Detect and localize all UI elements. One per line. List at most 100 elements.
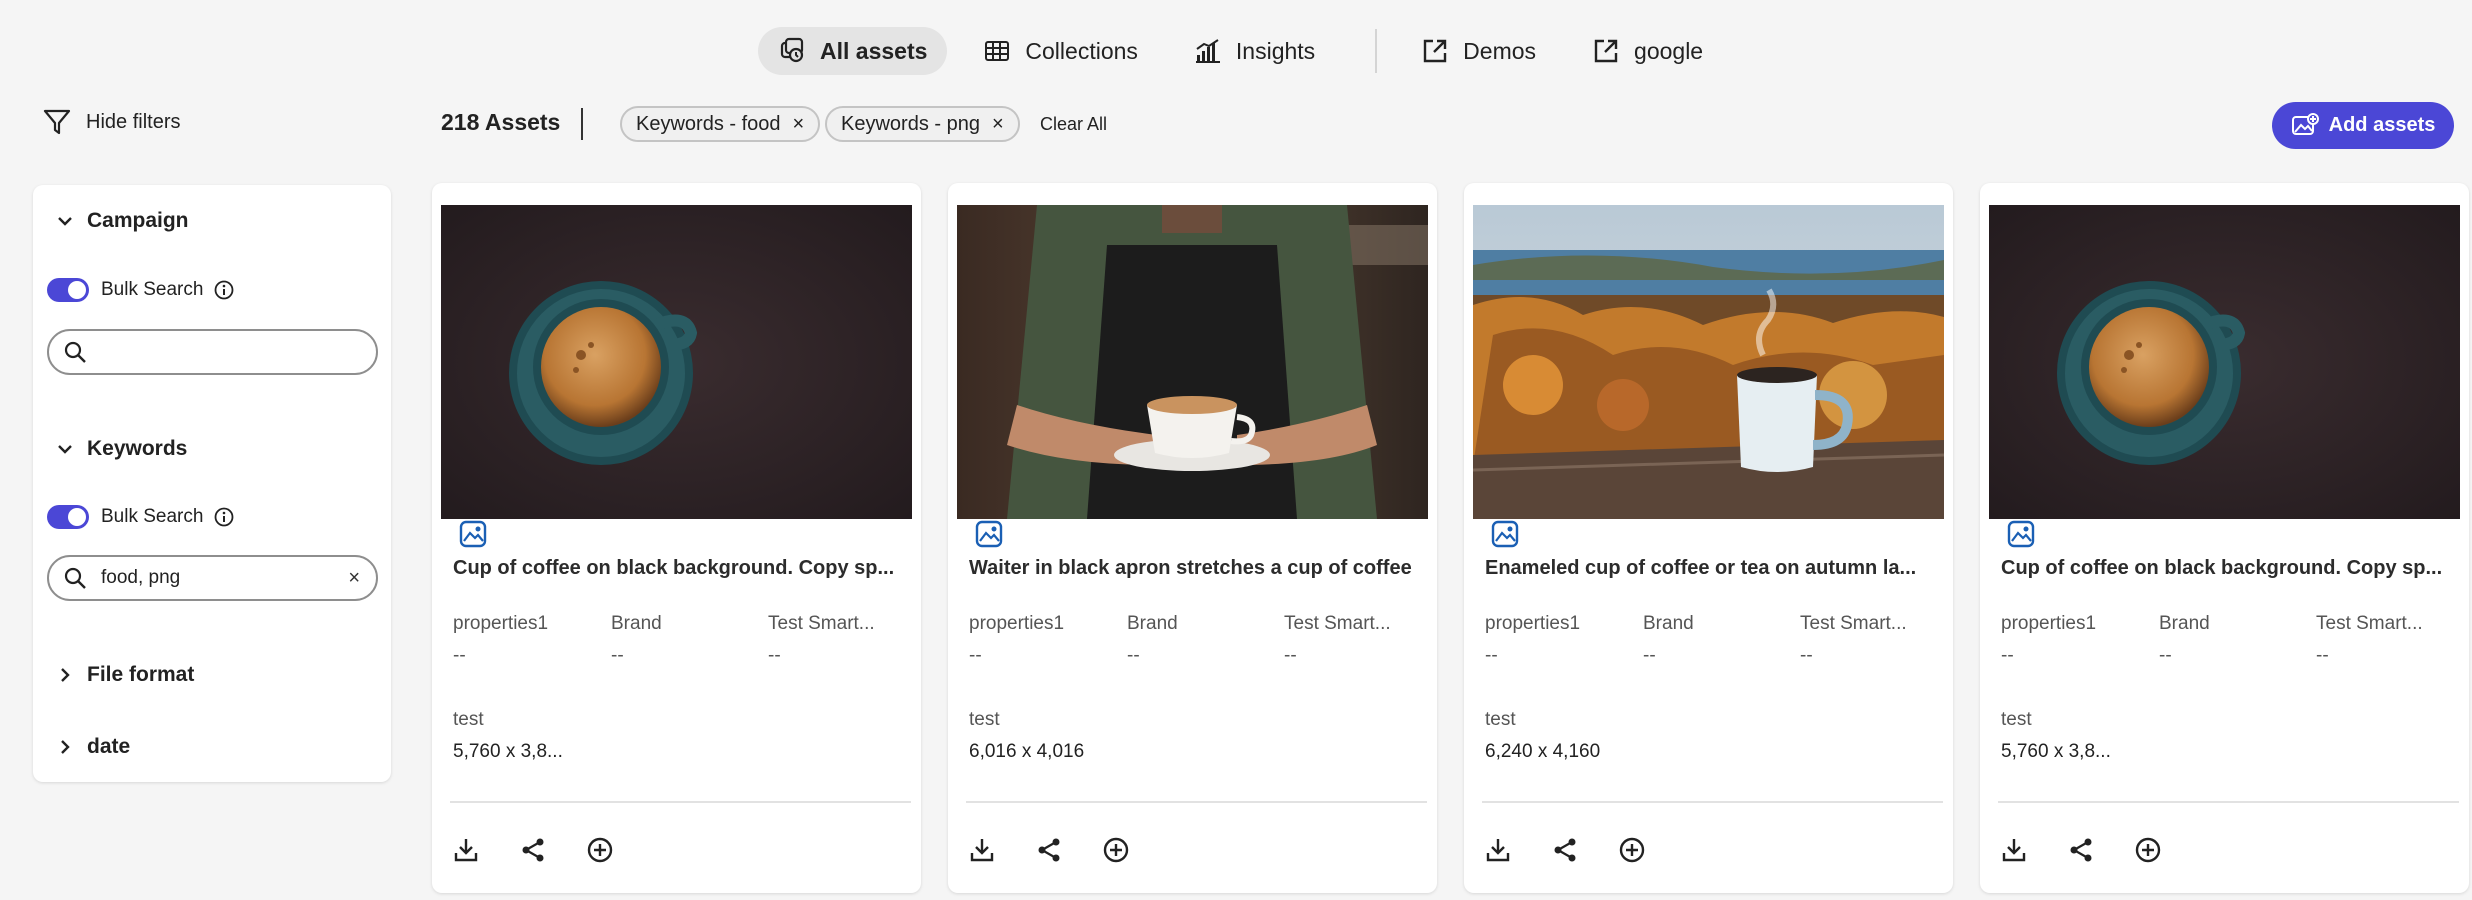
download-icon[interactable]	[1483, 835, 1513, 865]
bulk-search-label: Bulk Search	[101, 279, 204, 300]
add-to-collection-icon[interactable]	[2133, 835, 2163, 865]
download-icon[interactable]	[451, 835, 481, 865]
card-divider	[1482, 801, 1943, 803]
clear-all-button[interactable]: Clear All	[1040, 114, 1107, 135]
property-value: --	[1643, 645, 1656, 666]
property-label: properties1	[969, 613, 1065, 634]
filter-chip-keywords-png[interactable]: Keywords - png ×	[825, 106, 1020, 142]
filter-chip-keywords-food[interactable]: Keywords - food ×	[620, 106, 821, 142]
test-label: test	[1485, 709, 1516, 730]
asset-card[interactable]: Cup of coffee on black background. Copy …	[432, 183, 921, 893]
asset-thumbnail[interactable]	[441, 205, 912, 519]
property-label: Test Smart...	[2316, 613, 2423, 634]
asset-card[interactable]: Cup of coffee on black background. Copy …	[1980, 183, 2469, 893]
keywords-bulk-search: Bulk Search	[47, 505, 235, 529]
filter-section-keywords[interactable]: Keywords	[55, 437, 187, 461]
link-demos[interactable]: Demos	[1401, 27, 1556, 75]
filter-section-title: date	[87, 735, 131, 758]
download-icon[interactable]	[1999, 835, 2029, 865]
property-value: --	[1485, 645, 1498, 666]
property-label: Brand	[1127, 613, 1178, 634]
asset-title[interactable]: Cup of coffee on black background. Copy …	[2001, 557, 2442, 580]
tab-collections-label: Collections	[1025, 37, 1138, 64]
card-divider	[450, 801, 911, 803]
search-icon	[64, 341, 86, 363]
dimensions-value: 6,016 x 4,016	[969, 741, 1085, 762]
chevron-right-icon	[61, 740, 70, 754]
add-to-collection-icon[interactable]	[585, 835, 615, 865]
chevron-right-icon	[61, 668, 70, 682]
asset-title[interactable]: Waiter in black apron stretches a cup of…	[969, 557, 1412, 580]
chip-label: Keywords - png	[841, 112, 980, 135]
property-label: Test Smart...	[1800, 613, 1907, 634]
filter-icon	[43, 109, 71, 135]
asset-card[interactable]: Waiter in black apron stretches a cup of…	[948, 183, 1437, 893]
external-link-icon	[1594, 39, 1618, 63]
share-icon[interactable]	[518, 835, 548, 865]
tab-all-assets[interactable]: All assets	[758, 27, 948, 75]
link-demos-label: Demos	[1463, 37, 1537, 64]
asset-thumbnail[interactable]	[1989, 205, 2460, 519]
insights-chart-icon	[1195, 39, 1220, 63]
clear-search-icon[interactable]: ×	[348, 567, 360, 590]
download-icon[interactable]	[967, 835, 997, 865]
asset-title[interactable]: Cup of coffee on black background. Copy …	[453, 557, 894, 580]
search-icon	[64, 567, 86, 589]
keywords-search-field[interactable]: ×	[47, 555, 378, 601]
asset-count: 218 Assets	[441, 109, 561, 135]
toolbar-divider	[581, 108, 583, 140]
property-label: properties1	[453, 613, 549, 634]
asset-card[interactable]: Enameled cup of coffee or tea on autumn …	[1464, 183, 1953, 893]
property-value: --	[2001, 645, 2014, 666]
info-icon[interactable]	[213, 279, 235, 301]
share-icon[interactable]	[2066, 835, 2096, 865]
link-google[interactable]: google	[1572, 27, 1723, 75]
property-label: Brand	[1643, 613, 1694, 634]
coffee-cup-image	[1989, 205, 2460, 519]
add-to-collection-icon[interactable]	[1101, 835, 1131, 865]
close-icon[interactable]: ×	[793, 113, 805, 136]
image-type-icon	[975, 520, 1003, 548]
coffee-cup-image	[441, 205, 912, 519]
card-divider	[966, 801, 1427, 803]
bulk-search-toggle[interactable]	[47, 278, 89, 302]
asset-thumbnail[interactable]	[957, 205, 1428, 519]
filter-section-campaign[interactable]: Campaign	[55, 209, 189, 233]
campaign-search-input[interactable]	[99, 340, 343, 364]
property-value: --	[969, 645, 982, 666]
enamel-mug-autumn-image	[1473, 205, 1944, 519]
hide-filters-button[interactable]: Hide filters	[42, 107, 180, 137]
property-value: --	[1284, 645, 1297, 666]
share-icon[interactable]	[1550, 835, 1580, 865]
filter-section-title: File format	[87, 663, 195, 686]
tab-all-assets-label: All assets	[820, 37, 928, 64]
campaign-search-field[interactable]	[47, 329, 378, 375]
keywords-search-input[interactable]	[99, 566, 343, 590]
image-type-icon	[459, 520, 487, 548]
filter-section-date[interactable]: date	[55, 735, 130, 759]
test-label: test	[453, 709, 484, 730]
property-value: --	[2159, 645, 2172, 666]
tab-insights[interactable]: Insights	[1174, 27, 1335, 75]
property-label: Test Smart...	[768, 613, 875, 634]
external-link-icon	[1423, 39, 1447, 63]
hide-filters-label: Hide filters	[86, 110, 181, 133]
add-assets-button[interactable]: Add assets	[2272, 102, 2454, 149]
property-label: Test Smart...	[1284, 613, 1391, 634]
property-label: Brand	[2159, 613, 2210, 634]
property-value: --	[1800, 645, 1813, 666]
add-to-collection-icon[interactable]	[1617, 835, 1647, 865]
info-icon[interactable]	[213, 506, 235, 528]
asset-thumbnail[interactable]	[1473, 205, 1944, 519]
filter-section-file-format[interactable]: File format	[55, 663, 194, 687]
add-image-icon	[2291, 112, 2319, 135]
link-google-label: google	[1634, 37, 1704, 64]
asset-title[interactable]: Enameled cup of coffee or tea on autumn …	[1485, 557, 1916, 580]
property-value: --	[1127, 645, 1140, 666]
test-label: test	[969, 709, 1000, 730]
share-icon[interactable]	[1034, 835, 1064, 865]
close-icon[interactable]: ×	[992, 113, 1004, 136]
all-assets-icon	[780, 37, 804, 63]
tab-collections[interactable]: Collections	[963, 27, 1158, 75]
bulk-search-toggle[interactable]	[47, 505, 89, 529]
